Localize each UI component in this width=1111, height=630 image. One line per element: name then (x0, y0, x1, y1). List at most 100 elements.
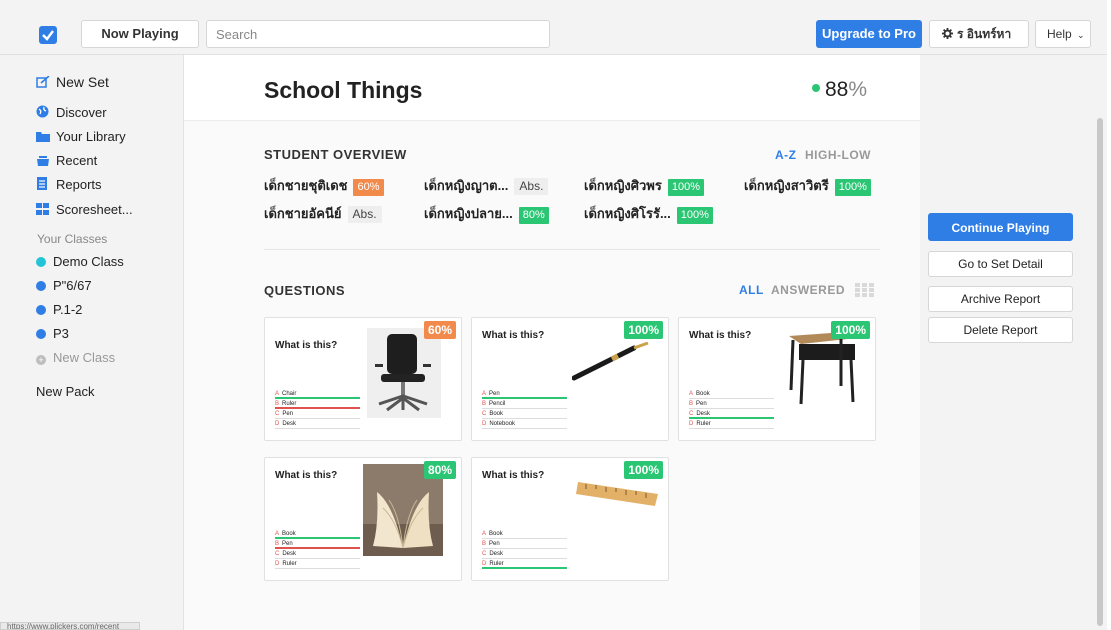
globe-icon (36, 105, 50, 118)
search-input[interactable] (206, 20, 550, 48)
student-name: เด็กหญิงปลาย... (424, 206, 513, 221)
question-score-badge: 100% (624, 461, 663, 479)
student-entry[interactable]: เด็กชายชุติเดช 60% (264, 177, 384, 196)
sidebar-class-item[interactable]: P.1-2 (36, 301, 82, 319)
question-card[interactable]: What is this? 60% A Chair B Ruler C Pen D De… (264, 317, 462, 441)
account-name: ร อินทร์หา (957, 27, 1012, 41)
go-to-set-detail-button[interactable]: Go to Set Detail (928, 251, 1073, 277)
sidebar-class-item[interactable]: P"6/67 (36, 277, 92, 295)
filter-answered-link[interactable]: ANSWERED (771, 283, 845, 297)
choice-item: A Book (482, 531, 567, 539)
choice-item: C Desk (689, 411, 774, 419)
class-color-dot (36, 281, 46, 291)
class-label: P.1-2 (53, 302, 83, 317)
status-url: https://www.plickers.com/recent (0, 622, 140, 630)
question-card[interactable]: What is this? 100% A Book B Pen C Desk D Rul… (471, 457, 669, 581)
grid-view-icon[interactable] (855, 283, 874, 302)
choice-text: Book (489, 411, 504, 417)
choice-text: Desk (696, 411, 711, 417)
student-entry[interactable]: เด็กหญิงศิวพร 100% (584, 177, 704, 196)
choice-item: B Pen (689, 401, 774, 409)
choice-item: D Notebook (482, 421, 567, 429)
new-class-button[interactable]: + New Class (36, 349, 115, 367)
help-label: Help (1047, 27, 1072, 41)
student-score-badge: Abs. (514, 178, 549, 195)
class-label: P"6/67 (53, 278, 92, 293)
choice-letter: A (482, 391, 487, 397)
choice-item: C Desk (275, 551, 360, 559)
choice-text: Pen (282, 541, 293, 547)
question-card[interactable]: What is this? 80% A Book B Pen C Desk D Rule… (264, 457, 462, 581)
student-entry[interactable]: เด็กหญิงสาวิตรี 100% (744, 177, 871, 196)
choice-letter: C (482, 551, 487, 557)
question-text: What is this? (482, 470, 545, 481)
page-scrollbar[interactable] (1097, 118, 1103, 626)
page-title: School Things (264, 77, 423, 103)
sidebar-item-discover[interactable]: Discover (36, 104, 107, 122)
choice-item: C Desk (482, 551, 567, 559)
student-name: เด็กหญิงญาต... (424, 178, 509, 193)
choice-letter: B (275, 541, 280, 547)
student-name: เด็กหญิงศิโรรั... (584, 206, 671, 221)
class-color-dot (36, 329, 46, 339)
continue-playing-button[interactable]: Continue Playing (928, 213, 1073, 241)
sort-az-link[interactable]: A-Z (775, 148, 797, 162)
office-chair-image (367, 328, 441, 418)
choice-letter: B (275, 401, 280, 407)
delete-report-button[interactable]: Delete Report (928, 317, 1073, 343)
question-card[interactable]: What is this? 100% A Book B Pen C Desk D Rul… (678, 317, 876, 441)
questions-heading: QUESTIONS (264, 283, 346, 298)
score-status-dot (812, 84, 820, 92)
student-name: เด็กหญิงสาวิตรี (744, 178, 829, 193)
student-score-badge: 60% (353, 179, 384, 196)
student-entry[interactable]: เด็กหญิงศิโรรั... 100% (584, 205, 713, 224)
choice-letter: B (482, 541, 487, 547)
student-overview-heading: STUDENT OVERVIEW (264, 147, 407, 162)
student-entry[interactable]: เด็กชายอัคนีย์ Abs. (264, 205, 382, 223)
choice-text: Book (489, 531, 503, 537)
question-card[interactable]: What is this? 100% A Pen B Pencil C Book DN… (471, 317, 669, 441)
choice-text: Ruler (489, 561, 504, 567)
account-button[interactable]: ร อินทร์หา (929, 20, 1029, 48)
student-score-badge: Abs. (347, 206, 382, 223)
sidebar-class-item[interactable]: P3 (36, 325, 69, 343)
choice-text: Desk (282, 421, 297, 427)
choice-text: Book (282, 531, 296, 537)
student-entry[interactable]: เด็กหญิงญาต... Abs. (424, 177, 549, 195)
filter-all-link[interactable]: ALL (739, 283, 764, 297)
sidebar-item-recent[interactable]: Recent (36, 152, 97, 170)
sidebar-class-item[interactable]: Demo Class (36, 253, 124, 271)
section-divider (264, 249, 880, 250)
class-label: Demo Class (53, 254, 124, 269)
choice-item: D Ruler (275, 561, 360, 569)
choice-letter: A (275, 391, 280, 397)
checkbox-logo-icon[interactable] (39, 26, 57, 44)
sidebar-item-library[interactable]: Your Library (36, 128, 126, 146)
help-button[interactable]: Help ⌄ (1035, 20, 1091, 48)
window-edge (1107, 0, 1111, 630)
choice-letter: C (275, 551, 280, 557)
archive-report-button[interactable]: Archive Report (928, 286, 1073, 312)
top-bar: Now Playing Upgrade to Pro ร อินทร์หา He… (0, 0, 1111, 55)
now-playing-button[interactable]: Now Playing (81, 20, 199, 48)
sidebar-item-new-set[interactable]: New Set (36, 73, 109, 91)
question-text: What is this? (482, 330, 545, 341)
sidebar-item-reports[interactable]: Reports (36, 176, 102, 194)
choice-text: Pen (489, 541, 500, 547)
choice-letter: D (689, 421, 694, 427)
sidebar-item-label: Your Library (56, 129, 126, 144)
choice-text: Pencil (489, 401, 506, 407)
student-entry[interactable]: เด็กหญิงปลาย... 80% (424, 205, 549, 224)
new-class-label: New Class (53, 350, 116, 365)
sidebar-item-scoresheet[interactable]: Scoresheet... (36, 201, 133, 219)
choice-item: A Chair (275, 391, 360, 399)
new-pack-button[interactable]: New Pack (36, 383, 95, 401)
choice-item: B Pencil (482, 401, 567, 409)
class-color-dot (36, 257, 46, 267)
sidebar-item-label: Discover (56, 105, 107, 120)
upgrade-button[interactable]: Upgrade to Pro (816, 20, 922, 48)
choice-letter: D (275, 561, 280, 567)
sidebar: New Set Discover Your Library Recent Rep… (0, 55, 184, 630)
question-text: What is this? (275, 470, 338, 481)
sort-high-low-link[interactable]: HIGH-LOW (805, 148, 871, 162)
